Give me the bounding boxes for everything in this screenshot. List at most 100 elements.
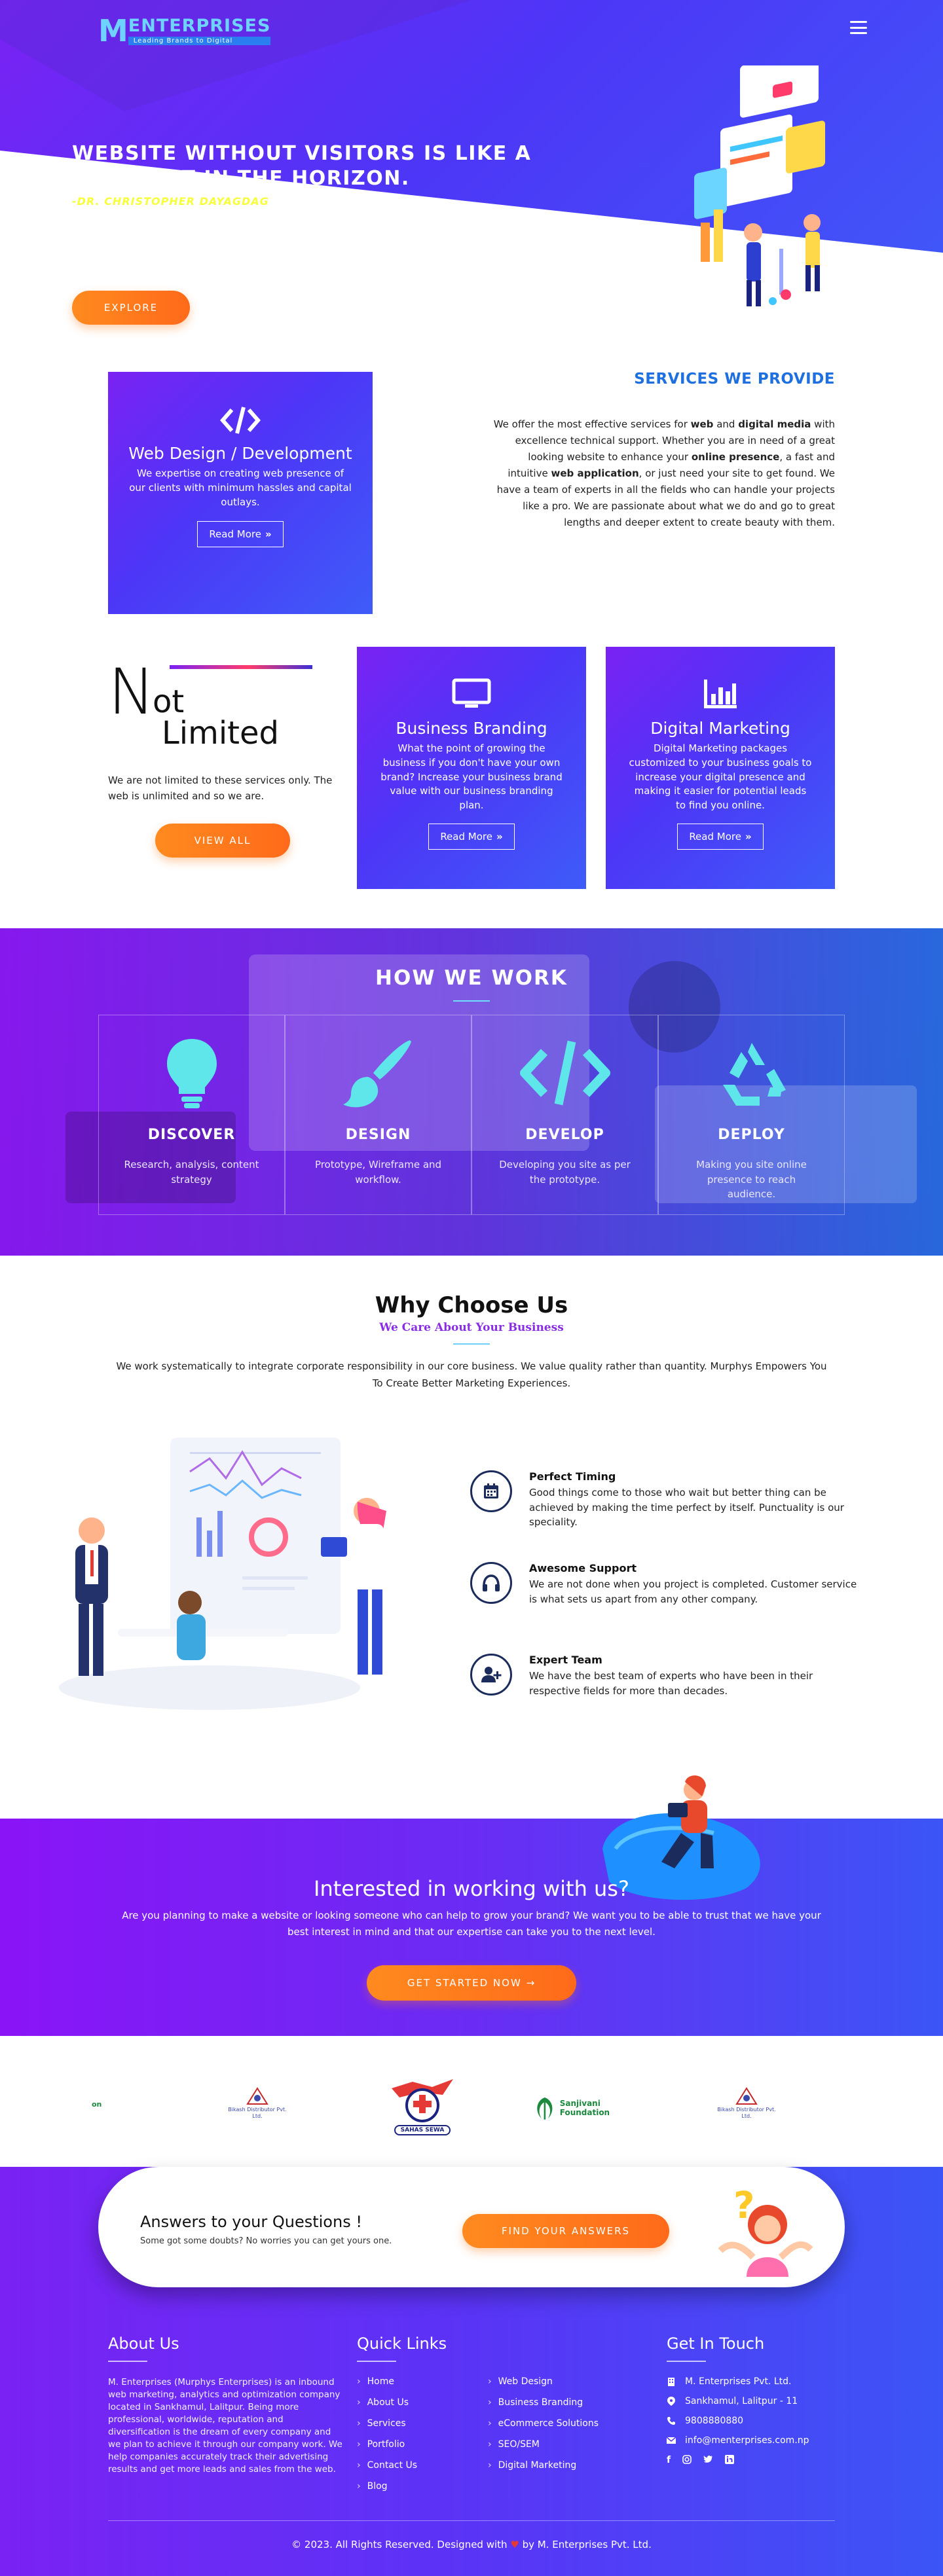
why-intro: We work systematically to integrate corp… [116, 1360, 827, 1389]
footer-quick-links: Quick Links Home About Us Services Portf… [357, 2334, 632, 2502]
building-icon [668, 2378, 675, 2386]
footer-link-home[interactable]: Home [357, 2376, 488, 2387]
question-girl-illustration: ? [718, 2185, 813, 2277]
footer-link-portfolio[interactable]: Portfolio [357, 2439, 488, 2450]
headphones-icon [470, 1562, 512, 1604]
why-subheading: We Care About Your Business [379, 1321, 564, 1334]
double-chevron-right-icon: » [496, 830, 503, 843]
contact-phone[interactable]: 9808880880 [667, 2416, 850, 2426]
facebook-icon[interactable]: f [667, 2455, 671, 2465]
logo[interactable]: M ENTERPRISES Leading Brands to Digital [98, 13, 271, 48]
footer-link-business-branding[interactable]: Business Branding [488, 2397, 632, 2408]
footer-link-blog[interactable]: Blog [357, 2481, 488, 2492]
footer-divider [108, 2520, 835, 2521]
footer-link-seo-sem[interactable]: SEO/SEM [488, 2439, 632, 2450]
footer-link-ecommerce[interactable]: eCommerce Solutions [488, 2418, 632, 2429]
hero-section: M ENTERPRISES Leading Brands to Digital … [0, 0, 943, 367]
faq-banner: Answers to your Questions ! Some got som… [98, 2167, 845, 2287]
client-logo-foundation[interactable]: undation [92, 2100, 164, 2126]
footer-link-services[interactable]: Services [357, 2418, 488, 2429]
footer-contact-title: Get In Touch [667, 2334, 765, 2353]
double-chevron-right-icon: » [745, 830, 752, 843]
contact-email[interactable]: info@menterprises.com.np [667, 2435, 850, 2446]
service-card-desc: What the point of growing the business i… [380, 742, 563, 811]
step-title: DEVELOP [525, 1127, 604, 1143]
cta-section: Interested in working with us? Are you p… [0, 1775, 943, 2036]
linkedin-icon[interactable] [725, 2455, 735, 2464]
sanjivani-leaf-icon [537, 2097, 553, 2120]
logo-letter: M [98, 13, 128, 48]
service-card-desc: Digital Marketing packages customized to… [629, 742, 812, 811]
footer-link-web-design[interactable]: Web Design [488, 2376, 632, 2387]
step-develop: DEVELOP Developing you site as per the p… [472, 1015, 658, 1215]
footer-link-about-us[interactable]: About Us [357, 2397, 488, 2408]
step-desc: Prototype, Wireframe and workflow. [314, 1159, 442, 1186]
footer-contact: Get In Touch M. Enterprises Pvt. Ltd. Sa… [667, 2334, 850, 2465]
contact-company: M. Enterprises Pvt. Ltd. [667, 2376, 850, 2387]
service-card-title: Digital Marketing [650, 719, 790, 738]
services-intro: We offer the most effective services for… [493, 418, 835, 528]
feature-title: Expert Team [529, 1654, 602, 1666]
how-we-work-heading: HOW WE WORK [375, 966, 568, 990]
client-logo-sahas[interactable]: SAHAS SEWA [383, 2074, 462, 2139]
cta-body: Are you planning to make a website or lo… [122, 1910, 821, 1938]
view-all-button[interactable]: VIEW ALL [155, 824, 290, 858]
faq-subtitle: Some got some doubts? No worries you can… [140, 2236, 392, 2246]
step-title: DISCOVER [147, 1127, 236, 1143]
hero-quote-author: -DR. CHRISTOPHER DAYAGDAG [72, 195, 269, 208]
find-answers-button[interactable]: FIND YOUR ANSWERS [462, 2214, 669, 2248]
footer-link-digital-marketing[interactable]: Digital Marketing [488, 2460, 632, 2471]
read-more-button[interactable]: Read More» [197, 521, 284, 548]
menu-toggle-button[interactable] [850, 21, 867, 34]
hero-illustration [694, 65, 825, 306]
client-logo-bikash-2[interactable]: Bikash Distributor Pvt. Ltd. [715, 2087, 778, 2126]
step-desc: Developing you site as per the prototype… [499, 1159, 631, 1186]
not-limited-block: N ot Limited [108, 655, 344, 780]
service-card-desc: We expertise on creating web presence of… [129, 467, 352, 508]
step-desc: Research, analysis, content strategy [124, 1159, 259, 1186]
explore-button[interactable]: EXPLORE [72, 291, 190, 325]
double-chevron-right-icon: » [265, 528, 272, 541]
footer-about-title: About Us [108, 2334, 179, 2353]
cta-heading: Interested in working with us? [314, 1876, 629, 1901]
bikash-emblem-icon [246, 2087, 268, 2105]
service-card-digital-marketing: Digital Marketing Digital Marketing pack… [606, 647, 835, 889]
footer-about-text: M. Enterprises (Murphys Enterprises) is … [108, 2377, 342, 2475]
feature-title: Perfect Timing [529, 1470, 616, 1483]
feature-desc: We have the best team of experts who hav… [529, 1670, 813, 1697]
mail-icon [667, 2437, 676, 2444]
chart-icon [704, 680, 737, 708]
twitter-icon[interactable] [703, 2455, 713, 2463]
client-logo-bikash[interactable]: Bikash Distributor Pvt. Ltd. [226, 2087, 289, 2126]
feature-title: Awesome Support [529, 1562, 637, 1574]
service-card-web-design: Web Design / Development We expertise on… [108, 372, 373, 614]
how-we-work-section: HOW WE WORK DISCOVER Research, analysis,… [0, 928, 943, 1256]
service-card-title: Business Branding [396, 719, 547, 738]
client-logo-sanjivani[interactable]: Sanjivani Foundation [534, 2090, 638, 2126]
feature-perfect-timing: Perfect Timing Good things come to those… [470, 1470, 863, 1530]
heading-underline [453, 1000, 490, 1002]
feature-desc: Good things come to those who wait but b… [529, 1487, 844, 1528]
social-links: f [667, 2455, 850, 2465]
calendar-icon [470, 1470, 512, 1512]
step-deploy: DEPLOY Making you site online presence t… [658, 1015, 845, 1215]
bikash-emblem-icon [735, 2087, 758, 2105]
read-more-button[interactable]: Read More» [677, 823, 764, 850]
footer-link-contact-us[interactable]: Contact Us [357, 2460, 488, 2471]
step-title: DEPLOY [718, 1127, 785, 1143]
not-limited-big-letter: N [108, 655, 155, 729]
get-started-button[interactable]: GET STARTED NOW → [367, 1965, 576, 2001]
hamburger-icon [850, 21, 867, 23]
not-limited-decor-bar [170, 665, 312, 669]
instagram-icon[interactable] [682, 2455, 692, 2464]
not-limited-desc: We are not limited to these services onl… [108, 774, 333, 802]
sahas-emblem-icon [392, 2079, 453, 2122]
read-more-button[interactable]: Read More» [428, 823, 515, 850]
services-heading: SERVICES WE PROVIDE [634, 371, 835, 388]
feature-expert-team: Expert Team We have the best team of exp… [470, 1654, 863, 1698]
paintbrush-icon [342, 1040, 411, 1108]
service-card-business-branding: Business Branding What the point of grow… [357, 647, 586, 889]
contact-address: Sankhamul, Lalitpur - 11 [667, 2396, 850, 2406]
user-plus-icon [470, 1654, 512, 1696]
service-card-title: Web Design / Development [128, 444, 352, 463]
